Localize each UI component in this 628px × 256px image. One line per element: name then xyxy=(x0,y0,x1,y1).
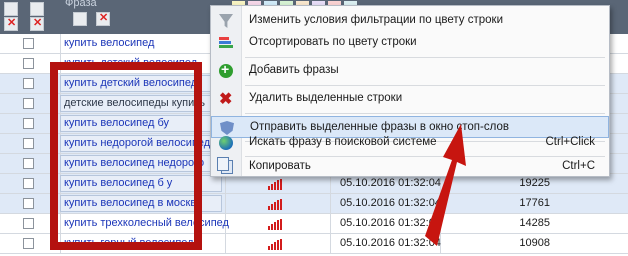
arrow-shape xyxy=(425,124,466,246)
keyword-grid: Фраза купить велосипедкупить детский вел… xyxy=(0,0,628,256)
annotation-arrow xyxy=(425,124,466,246)
